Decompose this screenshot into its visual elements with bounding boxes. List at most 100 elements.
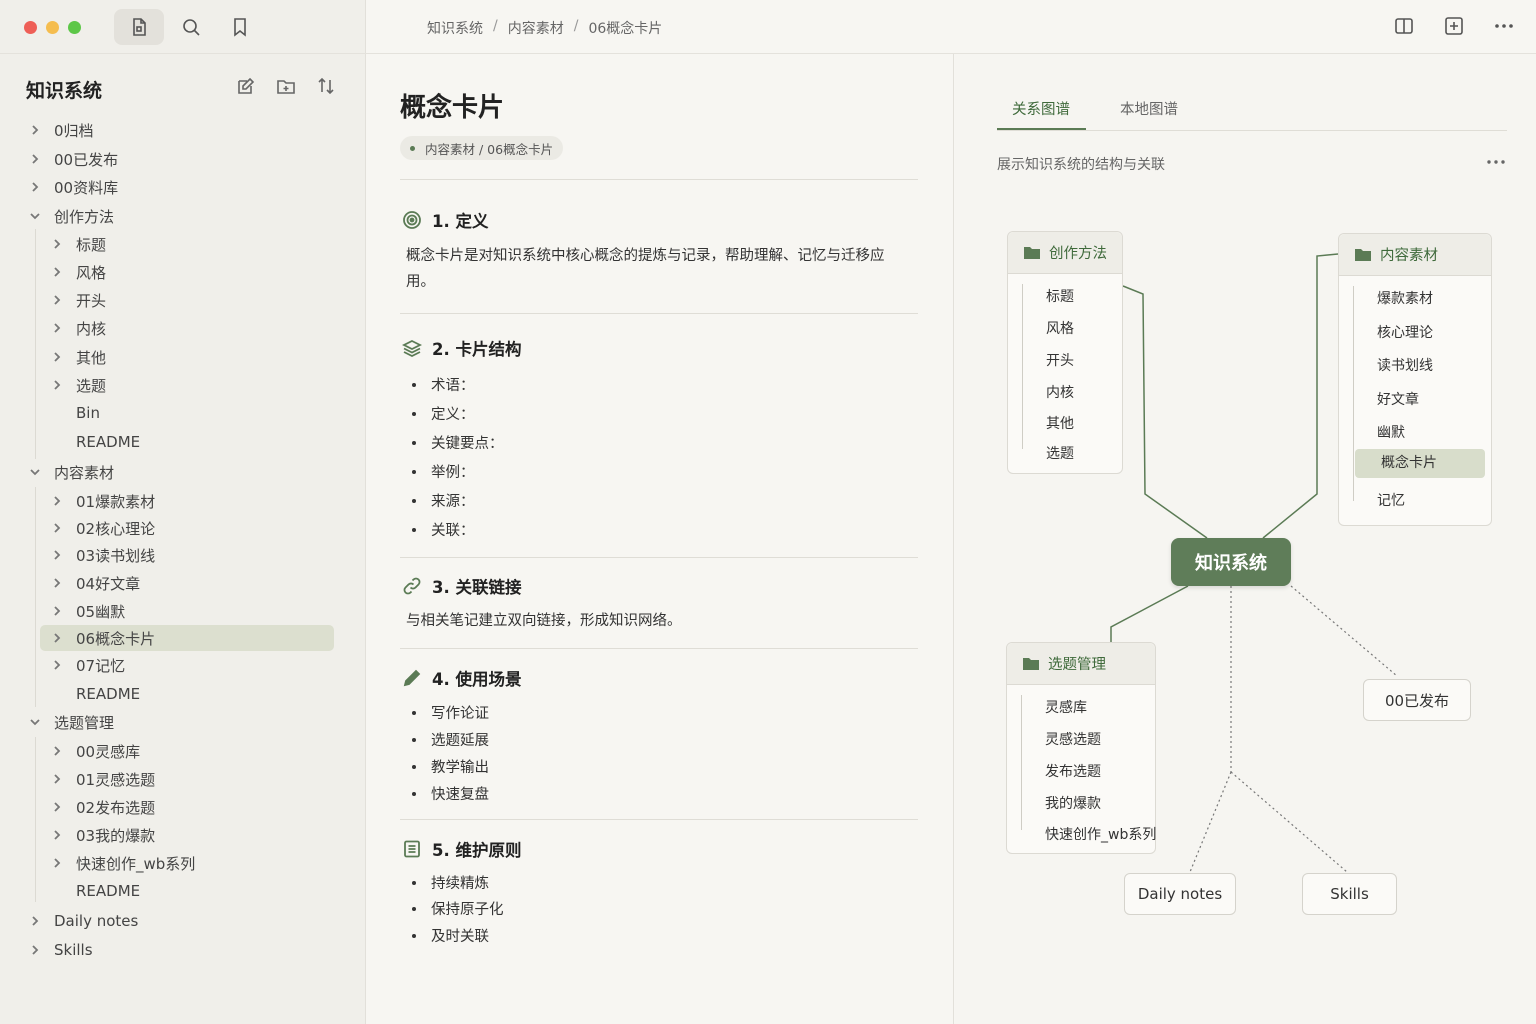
- new-note-button[interactable]: [236, 76, 256, 100]
- card-item[interactable]: 其他: [1046, 413, 1074, 433]
- tree-folder[interactable]: 选题: [50, 372, 106, 398]
- card-item[interactable]: 选题: [1046, 443, 1074, 463]
- search-button[interactable]: [173, 9, 209, 45]
- chevron-right-icon[interactable]: [50, 378, 64, 392]
- new-folder-button[interactable]: [276, 76, 296, 100]
- card-item[interactable]: 快速创作_wb系列: [1045, 824, 1156, 844]
- note-title[interactable]: 概念卡片: [400, 87, 504, 124]
- card-item[interactable]: 幽默: [1377, 422, 1405, 442]
- tree-folder[interactable]: 06概念卡片: [40, 625, 334, 651]
- chevron-right-icon[interactable]: [28, 123, 42, 137]
- chevron-right-icon[interactable]: [50, 548, 64, 562]
- graph-leaf-published[interactable]: 00已发布: [1363, 679, 1471, 721]
- chevron-right-icon[interactable]: [50, 494, 64, 508]
- tree-folder[interactable]: 05幽默: [50, 598, 125, 624]
- tree-folder[interactable]: Skills: [28, 937, 93, 963]
- card-item[interactable]: 好文章: [1377, 389, 1419, 409]
- tree-folder[interactable]: 选题管理: [28, 709, 114, 735]
- tree-folder[interactable]: 0归档: [28, 117, 94, 143]
- card-item[interactable]: 内核: [1046, 382, 1074, 402]
- chevron-right-icon[interactable]: [50, 521, 64, 535]
- tree-file[interactable]: README: [50, 429, 140, 455]
- chevron-right-icon[interactable]: [50, 800, 64, 814]
- chevron-right-icon[interactable]: [50, 576, 64, 590]
- card-item-selected[interactable]: 概念卡片: [1355, 449, 1485, 478]
- split-view-button[interactable]: [1393, 15, 1415, 41]
- tree-folder[interactable]: Daily notes: [28, 908, 138, 934]
- tree-folder[interactable]: 其他: [50, 344, 106, 370]
- card-item[interactable]: 灵感选题: [1045, 729, 1101, 749]
- chevron-right-icon[interactable]: [50, 321, 64, 335]
- tree-folder[interactable]: 开头: [50, 287, 106, 313]
- card-item[interactable]: 灵感库: [1045, 697, 1087, 717]
- tree-folder[interactable]: 标题: [50, 231, 106, 257]
- tree-folder[interactable]: 风格: [50, 259, 106, 285]
- tree-folder[interactable]: 04好文章: [50, 570, 140, 596]
- chevron-right-icon[interactable]: [50, 293, 64, 307]
- card-item[interactable]: 爆款素材: [1377, 288, 1433, 308]
- tree-folder[interactable]: 00灵感库: [50, 738, 140, 764]
- chevron-right-icon[interactable]: [28, 180, 42, 194]
- maximize-window-button[interactable]: [68, 21, 81, 34]
- tree-folder[interactable]: 内核: [50, 315, 106, 341]
- tree-folder[interactable]: 02发布选题: [50, 794, 155, 820]
- chevron-right-icon[interactable]: [50, 828, 64, 842]
- tree-folder[interactable]: 内容素材: [28, 459, 114, 485]
- tree-file[interactable]: README: [50, 878, 140, 904]
- tree-folder[interactable]: 01灵感选题: [50, 766, 155, 792]
- chevron-right-icon[interactable]: [50, 631, 64, 645]
- breadcrumb-item[interactable]: 内容素材: [508, 18, 564, 38]
- graph-leaf-skills[interactable]: Skills: [1302, 873, 1397, 915]
- note-path-pill[interactable]: 内容素材 / 06概念卡片: [400, 136, 564, 160]
- chevron-right-icon[interactable]: [50, 772, 64, 786]
- chevron-right-icon[interactable]: [50, 350, 64, 364]
- card-item[interactable]: 标题: [1046, 286, 1074, 306]
- file-explorer-button[interactable]: [114, 9, 164, 45]
- tree-folder[interactable]: 创作方法: [28, 203, 114, 229]
- chevron-right-icon[interactable]: [50, 744, 64, 758]
- tree-file[interactable]: Bin: [50, 400, 100, 426]
- tree-folder[interactable]: 00已发布: [28, 146, 118, 172]
- graph-card-content-material[interactable]: 内容素材 爆款素材 核心理论 读书划线 好文章 幽默 概念卡片 记忆: [1338, 233, 1492, 526]
- tree-folder[interactable]: 01爆款素材: [50, 488, 155, 514]
- bookmarks-button[interactable]: [222, 9, 258, 45]
- graph-card-topic-management[interactable]: 选题管理 灵感库 灵感选题 发布选题 我的爆款 快速创作_wb系列: [1006, 642, 1156, 854]
- card-item[interactable]: 风格: [1046, 318, 1074, 338]
- card-item[interactable]: 核心理论: [1377, 322, 1433, 342]
- tree-folder[interactable]: 02核心理论: [50, 515, 155, 541]
- card-guide: [1021, 695, 1022, 830]
- chevron-down-icon[interactable]: [28, 715, 42, 729]
- more-options-button[interactable]: [1493, 15, 1515, 41]
- section-heading: 2. 卡片结构: [402, 336, 522, 360]
- new-tab-button[interactable]: [1443, 15, 1465, 41]
- tree-folder[interactable]: 07记忆: [50, 652, 125, 678]
- sort-button[interactable]: [316, 76, 336, 100]
- card-item[interactable]: 我的爆款: [1045, 793, 1101, 813]
- graph-center-node[interactable]: 知识系统: [1171, 538, 1291, 586]
- chevron-right-icon[interactable]: [50, 265, 64, 279]
- graph-card-creation-method[interactable]: 创作方法 标题 风格 开头 内核 其他 选题: [1007, 231, 1123, 474]
- chevron-right-icon[interactable]: [50, 604, 64, 618]
- tree-file[interactable]: README: [50, 681, 140, 707]
- minimize-window-button[interactable]: [46, 21, 59, 34]
- chevron-right-icon[interactable]: [28, 943, 42, 957]
- card-item[interactable]: 发布选题: [1045, 761, 1101, 781]
- close-window-button[interactable]: [24, 21, 37, 34]
- chevron-down-icon[interactable]: [28, 465, 42, 479]
- tree-folder[interactable]: 快速创作_wb系列: [50, 850, 195, 876]
- card-item[interactable]: 开头: [1046, 350, 1074, 370]
- tree-folder[interactable]: 03读书划线: [50, 542, 155, 568]
- tree-folder[interactable]: 00资料库: [28, 174, 118, 200]
- chevron-right-icon[interactable]: [28, 152, 42, 166]
- card-item[interactable]: 记忆: [1377, 490, 1405, 510]
- chevron-right-icon[interactable]: [28, 914, 42, 928]
- breadcrumb-item[interactable]: 06概念卡片: [588, 18, 662, 38]
- graph-leaf-daily-notes[interactable]: Daily notes: [1124, 873, 1236, 915]
- chevron-right-icon[interactable]: [50, 856, 64, 870]
- chevron-right-icon[interactable]: [50, 658, 64, 672]
- chevron-down-icon[interactable]: [28, 209, 42, 223]
- breadcrumb-item[interactable]: 知识系统: [427, 18, 483, 38]
- tree-folder[interactable]: 03我的爆款: [50, 822, 155, 848]
- card-item[interactable]: 读书划线: [1377, 355, 1433, 375]
- chevron-right-icon[interactable]: [50, 237, 64, 251]
